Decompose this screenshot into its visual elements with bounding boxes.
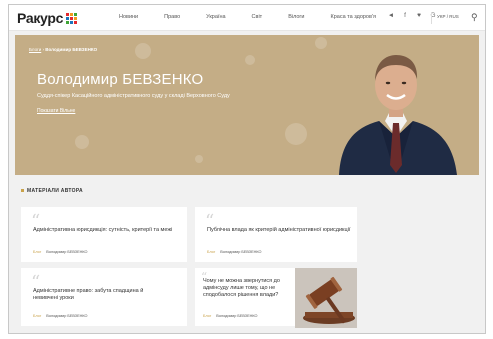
breadcrumb-home[interactable]: Блоги (29, 47, 41, 52)
article-tag[interactable]: Блог (207, 250, 215, 254)
bokeh-decoration (315, 37, 327, 49)
article-author[interactable]: Володимир БЕВЗЕНКО (46, 314, 87, 318)
section-marker (21, 189, 24, 192)
article-tag[interactable]: Блог (33, 250, 41, 254)
bokeh-decoration (195, 155, 203, 163)
bokeh-decoration (245, 55, 255, 65)
main-nav: Новини Право Україна Світ Вілоги Краса т… (119, 14, 402, 20)
article-meta: Блог Володимир БЕВЗЕНКО (33, 250, 87, 254)
article-author[interactable]: Володимир БЕВЗЕНКО (46, 250, 87, 254)
article-card[interactable]: “ Адміністративна юрисдикція: сутність, … (21, 207, 187, 262)
divider (431, 12, 432, 24)
gavel-image (295, 268, 357, 328)
browser-page: Ракурс Новини Право Україна Світ Вілоги … (8, 4, 486, 334)
nav-item-world[interactable]: Світ (252, 14, 263, 20)
bokeh-decoration (75, 135, 89, 149)
article-title[interactable]: Адміністративне право: забута спадщина й… (33, 288, 163, 302)
nav-item-blogs[interactable]: Вілоги (288, 14, 304, 20)
nav-item-ukraine[interactable]: Україна (206, 14, 225, 20)
facebook-icon[interactable]: f (401, 12, 409, 19)
article-author[interactable]: Володимир БЕВЗЕНКО (220, 250, 261, 254)
author-materials: МАТЕРІАЛИ АВТОРА “ Адміністративна юрисд… (15, 175, 479, 333)
breadcrumb-current: Володимир БЕВЗЕНКО (45, 47, 98, 52)
section-title: МАТЕРІАЛИ АВТОРА (27, 188, 83, 194)
article-meta: Блог Володимир БЕВЗЕНКО (203, 314, 257, 318)
search-icon[interactable]: ⚲ (471, 12, 478, 23)
site-header: Ракурс Новини Право Україна Світ Вілоги … (9, 5, 485, 31)
telegram-icon[interactable]: ◄ (387, 12, 395, 19)
article-meta: Блог Володимир БЕВЗЕНКО (33, 314, 87, 318)
article-title[interactable]: Чому не можна звернутися до адмінсуду ли… (203, 278, 291, 299)
article-tag[interactable]: Блог (203, 314, 211, 318)
bokeh-decoration (285, 123, 307, 145)
site-logo[interactable]: Ракурс (17, 10, 63, 26)
nav-item-news[interactable]: Новини (119, 14, 138, 20)
author-photo (339, 55, 457, 175)
article-title[interactable]: Публічна влада як критерій адміністратив… (207, 227, 357, 234)
article-card[interactable]: “ Адміністративне право: забута спадщина… (21, 268, 187, 326)
article-meta: Блог Володимир БЕВЗЕНКО (207, 250, 261, 254)
bokeh-decoration (135, 43, 151, 59)
author-name: Володимир БЕВЗЕНКО (37, 71, 204, 88)
article-author[interactable]: Володимир БЕВЗЕНКО (216, 314, 257, 318)
article-card[interactable]: “ Чому не можна звернутися до адмінсуду … (195, 268, 357, 328)
social-links: ◄ f ♥ G (387, 12, 437, 19)
nav-item-health[interactable]: Краса та здоров'я (331, 14, 376, 20)
logo-grid-icon (66, 13, 77, 24)
article-card[interactable]: “ Публічна влада як критерій адміністрат… (195, 207, 357, 262)
show-all-link[interactable]: Показати Вільне (37, 108, 75, 114)
article-title[interactable]: Адміністративна юрисдикція: сутність, кр… (33, 227, 173, 234)
language-switcher[interactable]: УКР / RUS (437, 14, 459, 19)
breadcrumb: Блоги › Володимир БЕВЗЕНКО (29, 47, 98, 52)
twitter-icon[interactable]: ♥ (415, 12, 423, 19)
article-tag[interactable]: Блог (33, 314, 41, 318)
nav-item-law[interactable]: Право (164, 14, 180, 20)
author-position: Суддя-спікер Касаційного адміністративно… (37, 93, 230, 99)
author-hero: Блоги › Володимир БЕВЗЕНКО Володимир БЕВ… (15, 35, 479, 175)
